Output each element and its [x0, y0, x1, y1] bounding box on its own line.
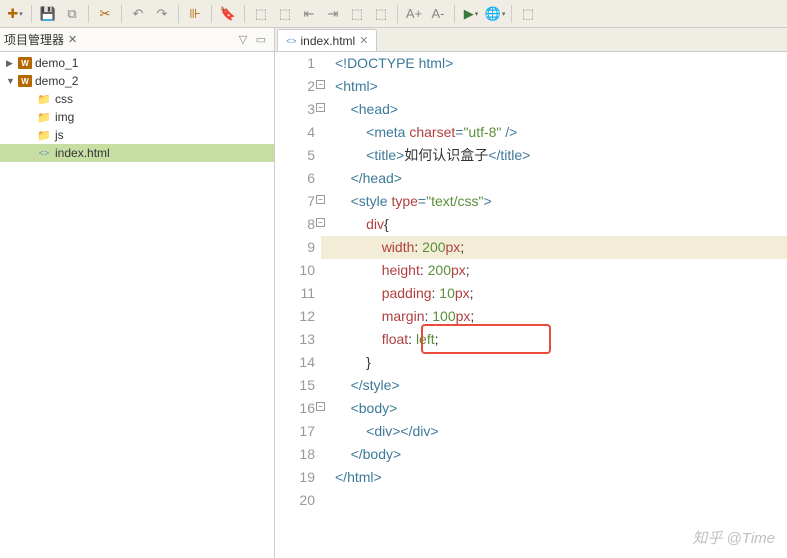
expand-icon[interactable]: ▶	[6, 58, 18, 69]
step-out-button[interactable]: ⇤	[298, 3, 320, 25]
tree-item-img[interactable]: 📁 img	[0, 108, 274, 126]
format-button[interactable]: ⊪	[184, 3, 206, 25]
collapse-icon[interactable]: ▼	[6, 76, 18, 86]
editor-panel: <> index.html ✕ 1 2− 3− 4 5 6 7− 8− 9 10	[275, 28, 787, 558]
app-button[interactable]: ⬚	[517, 3, 539, 25]
tree-item-demo2[interactable]: ▼ W demo_2	[0, 72, 274, 90]
collapse-icon[interactable]: ▽	[234, 31, 252, 49]
font-decrease-button[interactable]: A-	[427, 3, 449, 25]
project-icon: W	[18, 75, 32, 87]
code-area[interactable]: <!DOCTYPE html> <html> <head> <meta char…	[321, 52, 787, 558]
new-button[interactable]: ✚▾	[4, 3, 26, 25]
cut-button[interactable]: ✂	[94, 3, 116, 25]
editor-tab-index[interactable]: <> index.html ✕	[277, 29, 377, 51]
browser-button[interactable]: 🌐▾	[484, 3, 506, 25]
html-file-icon: <>	[36, 146, 52, 160]
panel-title: 项目管理器	[4, 31, 64, 48]
code-editor[interactable]: 1 2− 3− 4 5 6 7− 8− 9 10 11 12 13 14 15 …	[275, 52, 787, 558]
save-button[interactable]: 💾	[37, 3, 59, 25]
tab-close-icon[interactable]: ✕	[359, 34, 368, 47]
tree-item-index[interactable]: <> index.html	[0, 144, 274, 162]
bookmark-icon[interactable]: 🔖	[217, 3, 239, 25]
step-over-button[interactable]: ⬚	[250, 3, 272, 25]
minimize-icon[interactable]: ▭	[252, 31, 270, 49]
main-toolbar: ✚▾ 💾 ⧉ ✂ ↶ ↷ ⊪ 🔖 ⬚ ⬚ ⇤ ⇥ ⬚ ⬚ A+ A- ▶▾ 🌐▾…	[0, 0, 787, 28]
panel-header: 项目管理器 ✕ ▽ ▭	[0, 28, 274, 52]
stop-button[interactable]: ⬚	[370, 3, 392, 25]
tree-item-css[interactable]: 📁 css	[0, 90, 274, 108]
line-gutter: 1 2− 3− 4 5 6 7− 8− 9 10 11 12 13 14 15 …	[275, 52, 321, 558]
project-icon: W	[18, 57, 32, 69]
tree-item-demo1[interactable]: ▶ W demo_1	[0, 54, 274, 72]
tree-item-js[interactable]: 📁 js	[0, 126, 274, 144]
step-return-button[interactable]: ⇥	[322, 3, 344, 25]
font-increase-button[interactable]: A+	[403, 3, 425, 25]
folder-icon: 📁	[36, 92, 52, 106]
undo-button[interactable]: ↶	[127, 3, 149, 25]
project-explorer-panel: 项目管理器 ✕ ▽ ▭ ▶ W demo_1 ▼ W demo_2	[0, 28, 275, 558]
project-tree: ▶ W demo_1 ▼ W demo_2 📁 css 📁 im	[0, 52, 274, 558]
folder-icon: 📁	[36, 110, 52, 124]
panel-close-icon[interactable]: ✕	[68, 33, 77, 46]
editor-tabbar: <> index.html ✕	[275, 28, 787, 52]
step-into-button[interactable]: ⬚	[274, 3, 296, 25]
tab-label: index.html	[301, 34, 356, 48]
run-button[interactable]: ▶▾	[460, 3, 482, 25]
folder-icon: 📁	[36, 128, 52, 142]
redo-button[interactable]: ↷	[151, 3, 173, 25]
resume-button[interactable]: ⬚	[346, 3, 368, 25]
html-file-icon: <>	[286, 36, 297, 46]
save-all-button[interactable]: ⧉	[61, 3, 83, 25]
